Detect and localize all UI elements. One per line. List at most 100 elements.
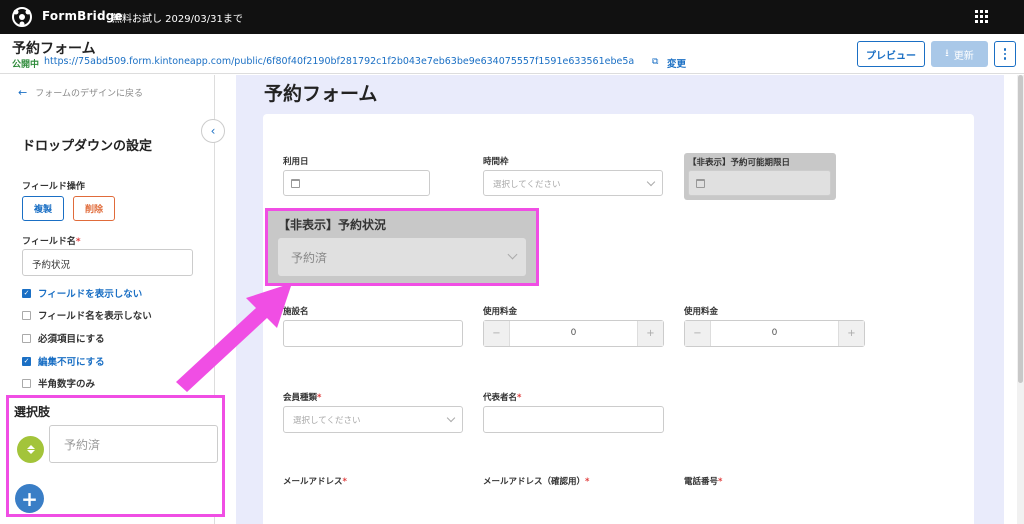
phone-label: 電話番号* (684, 475, 722, 487)
required-mark: * (517, 393, 522, 403)
time-slot-label: 時間枠 (483, 157, 509, 167)
field-name-label: フィールド名* (22, 234, 81, 247)
preview-button[interactable]: プレビュー (857, 41, 925, 67)
form-header: 予約フォーム 公開中 https://75abd509.form.kintone… (0, 34, 1024, 74)
field-ops-label: フィールド操作 (22, 182, 85, 192)
minus-button[interactable]: − (685, 321, 711, 346)
option-label: 編集不可にする (38, 357, 105, 368)
option-halfwidth-digits[interactable]: 半角数字のみ (22, 376, 95, 390)
representative-label-text: 代表者名 (483, 393, 518, 403)
time-slot-placeholder: 選択してください (493, 180, 561, 190)
option-label: 半角数字のみ (38, 379, 96, 390)
checkbox-icon (22, 333, 31, 343)
public-url-link[interactable]: https://75abd509.form.kintoneapp.com/pub… (44, 56, 634, 67)
option-label: フィールドを表示しない (38, 289, 143, 300)
email-confirm-label-text: メールアドレス（確認用） (483, 477, 586, 487)
arrow-left-icon: ← (18, 86, 28, 99)
chevron-down-icon (507, 249, 518, 260)
panel-title: ドロップダウンの設定 (22, 139, 153, 154)
phone-label-text: 電話番号 (684, 477, 719, 487)
plus-icon: + (21, 486, 38, 511)
option-hide-field[interactable]: ✓ フィールドを表示しない (22, 286, 142, 300)
checkbox-icon (22, 378, 31, 388)
checkbox-checked-icon: ✓ (22, 356, 31, 366)
status-field-label: 【非表示】予約状況 (278, 218, 387, 232)
add-choice-button[interactable]: + (15, 484, 44, 513)
chevron-down-icon (446, 413, 456, 423)
calendar-icon (696, 179, 705, 188)
formbridge-logo-icon (12, 7, 32, 27)
external-link-icon[interactable]: ⧉ (652, 57, 658, 67)
publish-status-badge: 公開中 (12, 60, 40, 70)
fee-stepper-1[interactable]: − 0 + (483, 320, 664, 347)
delete-button[interactable]: 削除 (73, 196, 115, 221)
preview-scrollbar[interactable] (1017, 75, 1024, 524)
app-root: FormBridge 無料お試し 2029/03/31まで 予約フォーム 公開中… (0, 0, 1024, 524)
status-field-select[interactable]: 予約済 (278, 238, 526, 276)
option-readonly[interactable]: ✓ 編集不可にする (22, 354, 105, 368)
more-dots-icon (1003, 48, 1007, 51)
option-required[interactable]: 必須項目にする (22, 331, 105, 345)
date-field-label: 利用日 (283, 157, 309, 167)
member-type-label: 会員種類* (283, 391, 321, 403)
field-name-input[interactable]: 予約状況 (22, 249, 193, 276)
time-slot-select[interactable]: 選択してください (483, 170, 663, 196)
collapse-panel-button[interactable]: ‹ (201, 119, 225, 143)
required-mark: * (718, 477, 723, 487)
required-mark: * (75, 237, 81, 247)
form-title: 予約フォーム (12, 41, 96, 57)
representative-input[interactable] (483, 406, 664, 433)
back-to-design-link[interactable]: ← フォームのデザインに戻る (18, 86, 143, 99)
facility-label: 施設名 (283, 307, 309, 317)
facility-input[interactable] (283, 320, 463, 347)
drag-sort-icon[interactable] (17, 436, 44, 463)
option-hide-field-name[interactable]: フィールド名を表示しない (22, 308, 152, 322)
change-url-link[interactable]: 変更 (667, 56, 686, 70)
duplicate-button[interactable]: 複製 (22, 196, 64, 221)
required-mark: * (342, 477, 347, 487)
status-field-value: 予約済 (291, 251, 328, 265)
field-name-label-text: フィールド名 (22, 237, 76, 247)
date-input[interactable] (283, 170, 430, 196)
required-mark: * (585, 477, 590, 487)
plus-button[interactable]: + (838, 321, 864, 346)
preview-form-title: 予約フォーム (264, 83, 378, 105)
hidden-deadline-label: 【非表示】予約可能期限日 (688, 158, 791, 168)
more-menu-button[interactable] (994, 41, 1016, 67)
email-label: メールアドレス* (283, 475, 347, 487)
minus-button[interactable]: − (484, 321, 510, 346)
option-label: フィールド名を表示しない (38, 311, 152, 322)
fee-value-1: 0 (570, 328, 577, 338)
form-preview-area: 予約フォーム 利用日 時間枠 選択してください 【非表示】予約可能期限日 施設名… (236, 75, 1004, 524)
choices-title: 選択肢 (14, 405, 51, 419)
upload-icon: ⭳ (945, 47, 949, 59)
fee-stepper-2[interactable]: − 0 + (684, 320, 865, 347)
fee-label-2: 使用料金 (684, 307, 719, 317)
scrollbar-thumb[interactable] (1018, 75, 1023, 383)
hidden-deadline-field: 【非表示】予約可能期限日 (684, 153, 836, 200)
choices-section-highlight: 選択肢 予約済 + (6, 395, 225, 517)
required-mark: * (317, 393, 322, 403)
fee-value-2: 0 (771, 328, 778, 338)
app-menu-grid-icon[interactable] (975, 10, 988, 23)
member-type-label-text: 会員種類 (283, 393, 318, 403)
update-button[interactable]: ⭳ 更新 (931, 41, 988, 67)
plus-button[interactable]: + (637, 321, 663, 346)
option-label: 必須項目にする (38, 334, 105, 345)
calendar-icon (291, 179, 300, 188)
representative-label: 代表者名* (483, 391, 521, 403)
checkbox-checked-icon: ✓ (22, 288, 31, 298)
update-button-label: 更新 (953, 50, 974, 62)
checkbox-icon (22, 310, 31, 320)
chevron-down-icon (646, 177, 656, 187)
member-type-select[interactable]: 選択してください (283, 406, 463, 433)
fee-label-1: 使用料金 (483, 307, 518, 317)
trial-notice: 無料お試し 2029/03/31まで (112, 14, 243, 25)
status-field-highlight: 【非表示】予約状況 予約済 (265, 208, 539, 286)
email-label-text: メールアドレス (283, 477, 343, 487)
back-link-label: フォームのデザインに戻る (35, 89, 143, 99)
choice-input[interactable]: 予約済 (49, 425, 218, 463)
brand-name: FormBridge (42, 9, 123, 23)
email-confirm-label: メールアドレス（確認用）* (483, 475, 589, 487)
member-type-placeholder: 選択してください (293, 416, 361, 426)
